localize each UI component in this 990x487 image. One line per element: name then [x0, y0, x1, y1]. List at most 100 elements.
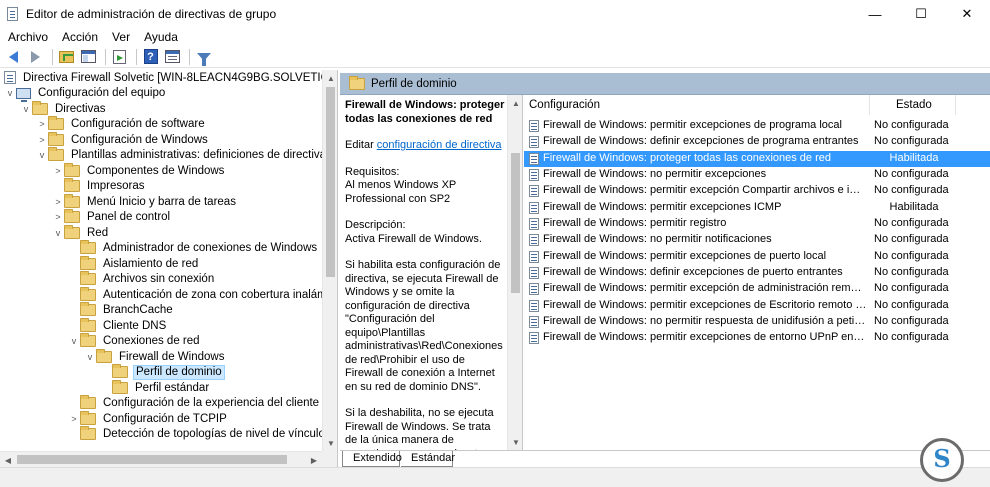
toolbar-separator	[105, 48, 106, 65]
column-header-configuracion[interactable]: Configuración	[529, 99, 600, 111]
up-folder-button[interactable]	[57, 48, 76, 66]
collapse-chevron-icon[interactable]: v	[84, 349, 96, 364]
properties-button[interactable]	[163, 48, 182, 66]
title-bar: Editor de administración de directivas d…	[0, 0, 990, 28]
policy-setting-row[interactable]: Firewall de Windows: permitir excepcione…	[524, 200, 990, 216]
forward-button[interactable]	[26, 48, 45, 66]
expand-chevron-icon[interactable]: >	[52, 210, 64, 225]
scroll-up-arrow-icon[interactable]: ▲	[508, 95, 522, 111]
filter-button[interactable]	[194, 48, 213, 66]
export-list-button[interactable]	[110, 48, 129, 66]
tree-item-plantillas-administrativas[interactable]: v Plantillas administrativas: definicion…	[0, 147, 322, 164]
tree-root[interactable]: Directiva Firewall Solvetic [WIN-8LEACN4…	[0, 70, 322, 86]
description-vertical-scrollbar[interactable]: ▲ ▼	[507, 95, 522, 450]
folder-icon	[80, 410, 96, 425]
scroll-down-arrow-icon[interactable]: ▼	[323, 435, 337, 451]
help-button[interactable]: ?	[141, 48, 160, 66]
collapse-chevron-icon[interactable]: v	[36, 148, 48, 163]
tree-item-firewall-windows[interactable]: v Firewall de Windows	[0, 348, 322, 365]
scrollbar-thumb[interactable]	[511, 153, 520, 293]
menu-accion[interactable]: Acción	[55, 30, 105, 44]
scrollbar-thumb[interactable]	[326, 87, 335, 277]
expand-chevron-icon[interactable]: >	[68, 411, 80, 426]
tree-item-cliente-dns[interactable]: Cliente DNS	[0, 317, 322, 334]
show-hide-tree-button[interactable]	[79, 48, 98, 66]
policy-setting-row[interactable]: Firewall de Windows: permitir excepcione…	[524, 249, 990, 265]
policy-setting-icon	[529, 267, 539, 280]
folder-icon	[80, 333, 96, 348]
tree-item-aislamiento-red[interactable]: Aislamiento de red	[0, 255, 322, 272]
tree-item-administrador-conexiones[interactable]: Administrador de conexiones de Windows	[0, 240, 322, 257]
column-divider[interactable]	[869, 95, 870, 115]
edit-policy-link[interactable]: configuración de directiva	[377, 139, 502, 151]
policy-setting-state: No configurada	[874, 168, 949, 181]
policy-setting-state: No configurada	[874, 119, 949, 131]
tree-item-configuracion-software[interactable]: > Configuración de software	[0, 116, 322, 133]
expand-chevron-icon[interactable]: >	[52, 194, 64, 209]
filter-icon	[196, 52, 211, 66]
tree-item-autenticacion-zona[interactable]: Autenticación de zona con cobertura inal…	[0, 286, 322, 303]
policy-setting-row[interactable]: Firewall de Windows: permitir excepcione…	[524, 330, 990, 346]
tree-item-impresoras[interactable]: Impresoras	[0, 178, 322, 195]
policy-setting-icon	[529, 185, 539, 198]
close-button[interactable]: ✕	[944, 0, 990, 28]
tree-item-directivas[interactable]: v Directivas	[0, 100, 322, 117]
tree-item-configuracion-equipo[interactable]: v Configuración del equipo	[0, 86, 322, 102]
policy-setting-row[interactable]: Firewall de Windows: permitir excepción …	[524, 183, 990, 199]
expand-chevron-icon[interactable]: >	[52, 163, 64, 178]
policy-setting-icon	[529, 299, 539, 312]
tree-item-componentes-windows[interactable]: > Componentes de Windows	[0, 162, 322, 179]
tree-item-archivos-sin-conexion[interactable]: Archivos sin conexión	[0, 271, 322, 288]
tree-item-conexiones-red[interactable]: v Conexiones de red	[0, 333, 322, 350]
collapse-chevron-icon[interactable]: v	[68, 334, 80, 349]
expand-chevron-icon[interactable]: >	[36, 132, 48, 147]
tree-item-perfil-estandar[interactable]: Perfil estándar	[0, 379, 322, 396]
tree-item-configuracion-windows[interactable]: > Configuración de Windows	[0, 131, 322, 148]
policy-setting-row[interactable]: Firewall de Windows: permitir registro No…	[524, 216, 990, 232]
tree-item-perfil-dominio[interactable]: Perfil de dominio	[0, 364, 322, 381]
tab-extendido[interactable]: Extendido	[342, 451, 402, 467]
collapse-chevron-icon[interactable]: v	[52, 225, 64, 240]
tree-item-deteccion-topologias[interactable]: Detección de topologías de nivel de vínc…	[0, 426, 322, 443]
tree-horizontal-scrollbar[interactable]: ◀ ▶	[0, 451, 322, 467]
policy-setting-row[interactable]: Firewall de Windows: proteger todas las …	[524, 150, 990, 168]
policy-setting-row[interactable]: Firewall de Windows: permitir excepcione…	[524, 118, 990, 134]
folder-icon	[64, 193, 80, 208]
menu-ver[interactable]: Ver	[105, 30, 137, 44]
policy-setting-icon	[529, 169, 539, 182]
expand-chevron-icon[interactable]: >	[36, 117, 48, 132]
tab-estandar[interactable]: Estándar	[401, 451, 455, 467]
policy-setting-name: Firewall de Windows: permitir excepcione…	[543, 200, 782, 213]
scroll-left-arrow-icon[interactable]: ◀	[0, 452, 16, 467]
collapse-chevron-icon[interactable]: v	[4, 86, 16, 101]
policy-setting-row[interactable]: Firewall de Windows: no permitir respues…	[524, 314, 990, 330]
scroll-right-arrow-icon[interactable]: ▶	[306, 452, 322, 467]
tree-item-configuracion-tcpip[interactable]: > Configuración de TCPIP	[0, 410, 322, 427]
back-button[interactable]	[4, 48, 23, 66]
scrollbar-thumb[interactable]	[17, 455, 287, 464]
scroll-down-arrow-icon[interactable]: ▼	[508, 434, 522, 450]
status-bar	[0, 467, 990, 487]
policy-setting-row[interactable]: Firewall de Windows: definir excepciones…	[524, 265, 990, 281]
menu-ayuda[interactable]: Ayuda	[137, 30, 185, 44]
policy-setting-row[interactable]: Firewall de Windows: permitir excepción …	[524, 281, 990, 297]
policy-setting-row[interactable]: Firewall de Windows: permitir excepcione…	[524, 298, 990, 314]
policy-setting-icon	[529, 234, 539, 247]
menu-archivo[interactable]: Archivo	[0, 30, 55, 44]
tree-vertical-scrollbar[interactable]: ▲ ▼	[322, 70, 337, 451]
collapse-chevron-icon[interactable]: v	[20, 101, 32, 116]
tree-item-experiencia-cliente[interactable]: Configuración de la experiencia del clie…	[0, 395, 322, 412]
minimize-button[interactable]: —	[852, 0, 898, 28]
tree-item-menu-inicio[interactable]: > Menú Inicio y barra de tareas	[0, 193, 322, 210]
policy-setting-row[interactable]: Firewall de Windows: no permitir notific…	[524, 232, 990, 248]
policy-setting-row[interactable]: Firewall de Windows: definir excepciones…	[524, 134, 990, 150]
maximize-button[interactable]: ☐	[898, 0, 944, 28]
tree-item-red[interactable]: v Red	[0, 224, 322, 241]
column-header-estado[interactable]: Estado	[896, 99, 932, 111]
tree-item-panel-control[interactable]: > Panel de control	[0, 209, 322, 226]
policy-setting-row[interactable]: Firewall de Windows: no permitir excepci…	[524, 167, 990, 183]
column-divider[interactable]	[955, 95, 956, 115]
tree-item-branchcache[interactable]: BranchCache	[0, 302, 322, 319]
scroll-up-arrow-icon[interactable]: ▲	[323, 70, 337, 86]
